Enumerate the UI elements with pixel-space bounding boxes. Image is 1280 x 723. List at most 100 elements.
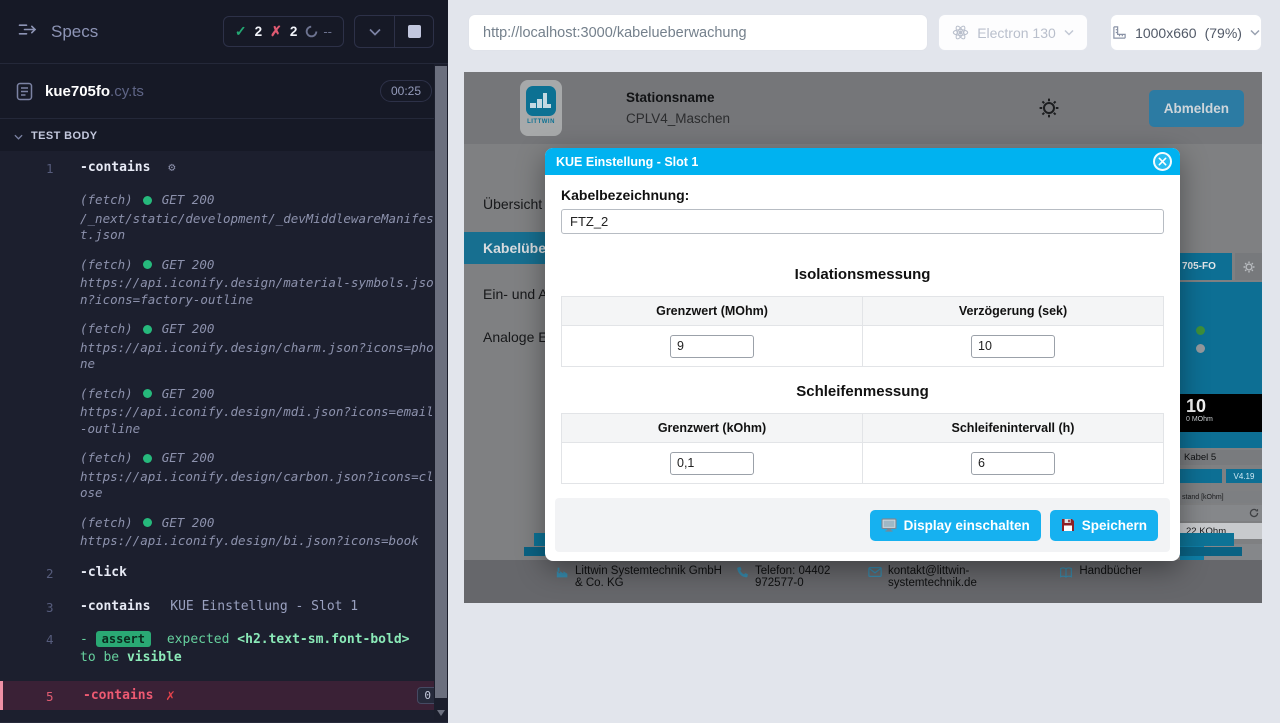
fail-x-icon: ✗ [165, 689, 175, 703]
kabelbezeichnung-label: Kabelbezeichnung: [561, 187, 1164, 203]
fetch-log[interactable]: (fetch) GET 200 https://api.iconify.desi… [0, 386, 448, 438]
spec-ext: .cy.ts [110, 83, 144, 100]
nav-item-overview[interactable]: Übersicht [483, 196, 542, 212]
command-number: 1 [0, 160, 80, 176]
pass-icon: ✓ [235, 23, 247, 40]
close-icon[interactable] [1153, 152, 1172, 171]
chevron-down-icon [1250, 29, 1260, 36]
kue-settings-modal: KUE Einstellung - Slot 1 Kabelbezeichnun… [545, 148, 1180, 561]
test-body-label: TEST BODY [31, 130, 98, 142]
command-number: 4 [0, 631, 80, 647]
station-value: CPLV4_Maschen [626, 111, 730, 126]
logout-button[interactable]: Abmelden [1149, 90, 1244, 127]
assert-selector: <h2.text-sm.font-bold> [237, 632, 409, 647]
url-input[interactable] [468, 14, 928, 51]
status-dot-icon [143, 454, 152, 463]
command-contains-3[interactable]: 3 -contains KUE Einstellung - Slot 1 [0, 596, 448, 618]
display-unit: 0 MOhm [1186, 416, 1256, 423]
grenzwert-mohm-input[interactable] [670, 335, 754, 358]
fetch-url: https://api.iconify.design/mdi.json?icon… [80, 404, 434, 437]
fetch-url: https://api.iconify.design/material-symb… [80, 275, 434, 308]
display-einschalten-button[interactable]: Display einschalten [870, 510, 1041, 541]
monitor-icon [881, 518, 897, 532]
fetch-status: GET 200 [162, 450, 215, 467]
assert-badge: assert [96, 631, 151, 647]
command-contains-1[interactable]: 1 -contains ⚙ [0, 157, 448, 179]
fetch-log[interactable]: (fetch) GET 200 https://api.iconify.desi… [0, 257, 448, 309]
fetch-label: (fetch) [80, 386, 133, 403]
station-label: Stationsname [626, 90, 730, 105]
specs-menu-icon[interactable] [18, 22, 37, 42]
ruler-icon [1112, 25, 1127, 40]
footer-company: Littwin Systemtechnik GmbH & Co. KG [556, 565, 726, 589]
fetch-log[interactable]: (fetch) GET 200 https://api.iconify.desi… [0, 321, 448, 373]
col-schleifenintervall: Schleifenintervall (h) [863, 414, 1164, 443]
spec-file-icon [16, 82, 33, 101]
col-grenzwert-mohm: Grenzwert (MOhm) [562, 297, 863, 326]
phone-icon [736, 566, 749, 579]
fetch-label: (fetch) [80, 257, 133, 274]
command-name: -contains [80, 599, 150, 614]
scrollbar-thumb[interactable] [435, 66, 447, 698]
test-body-header[interactable]: TEST BODY [0, 119, 448, 151]
app-header: LITTWIN Stationsname CPLV4_Maschen Abmel… [464, 72, 1262, 144]
command-name: -contains [83, 688, 153, 703]
fetch-log[interactable]: (fetch) GET 200 /_next/static/developmen… [0, 192, 448, 244]
refresh-icon[interactable] [1180, 505, 1262, 521]
pending-count: -- [323, 24, 332, 39]
command-number: 2 [0, 565, 80, 581]
kabelbezeichnung-input[interactable] [561, 209, 1164, 234]
fetch-status: GET 200 [162, 257, 215, 274]
footer-manuals[interactable]: Handbücher [1059, 565, 1142, 579]
command-arg: KUE Einstellung - Slot 1 [170, 599, 358, 614]
speichern-button[interactable]: Speichern [1050, 510, 1158, 541]
fetch-label: (fetch) [80, 321, 133, 338]
browser-selector[interactable]: Electron 130 [938, 14, 1088, 51]
fail-icon: ✗ [270, 23, 282, 40]
status-dot-icon [143, 389, 152, 398]
collapse-button[interactable] [355, 16, 394, 47]
command-contains-failed[interactable]: 5 -contains ✗ 0 [0, 681, 448, 710]
cypress-reporter: Specs ✓ 2 ✗ 2 -- [0, 0, 448, 720]
status-dot-green-icon [1196, 326, 1205, 335]
command-number: 5 [3, 688, 83, 704]
fetch-url: https://api.iconify.design/bi.json?icons… [80, 533, 434, 550]
assert-text: to be [80, 650, 119, 665]
fetch-url: /_next/static/development/_devMiddleware… [80, 211, 434, 244]
grenzwert-kohm-input[interactable] [670, 452, 754, 475]
slot-gear-icon[interactable] [1235, 253, 1262, 280]
assert-text: visible [127, 650, 182, 665]
status-dot-icon [143, 325, 152, 334]
schleifenintervall-input[interactable] [971, 452, 1055, 475]
reporter-scrollbar[interactable] [434, 64, 448, 720]
fetch-status: GET 200 [162, 515, 215, 532]
pass-count: 2 [255, 24, 263, 39]
assert-dash: - [80, 632, 88, 647]
fetch-log[interactable]: (fetch) GET 200 https://api.iconify.desi… [0, 450, 448, 502]
fetch-label: (fetch) [80, 450, 133, 467]
command-name: -contains [80, 160, 150, 175]
reporter-header: Specs ✓ 2 ✗ 2 -- [0, 0, 448, 64]
modal-body: Kabelbezeichnung: Isolationsmessung Gren… [545, 175, 1180, 484]
fail-count: 2 [290, 24, 298, 39]
settings-gear-icon[interactable] [1037, 96, 1061, 120]
littwin-logo: LITTWIN [520, 80, 562, 136]
verzoegerung-input[interactable] [971, 335, 1055, 358]
run-controls [354, 15, 434, 48]
viewport-size: 1000x660 [1135, 25, 1197, 41]
footer-email: kontakt@littwin-systemtechnik.de [868, 565, 1008, 589]
spec-row[interactable]: kue705fo.cy.ts 00:25 [0, 64, 448, 119]
viewport-selector[interactable]: 1000x660 (79%) [1110, 14, 1262, 51]
command-click[interactable]: 2 -click [0, 562, 448, 584]
factory-icon [556, 566, 569, 579]
fetch-log[interactable]: (fetch) GET 200 https://api.iconify.desi… [0, 515, 448, 550]
slot-card-title: 705-FO [1180, 253, 1232, 280]
modal-footer: Display einschalten Speichern [555, 498, 1170, 552]
chevron-down-icon [369, 28, 381, 36]
slot-status-panel [1180, 282, 1262, 394]
command-assert[interactable]: 4 - assert expected <h2.text-sm.font-bol… [0, 628, 448, 672]
assert-text: expected [167, 632, 230, 647]
scroll-down-arrow-icon[interactable] [437, 710, 445, 716]
stop-button[interactable] [394, 16, 433, 47]
electron-icon [952, 24, 969, 41]
